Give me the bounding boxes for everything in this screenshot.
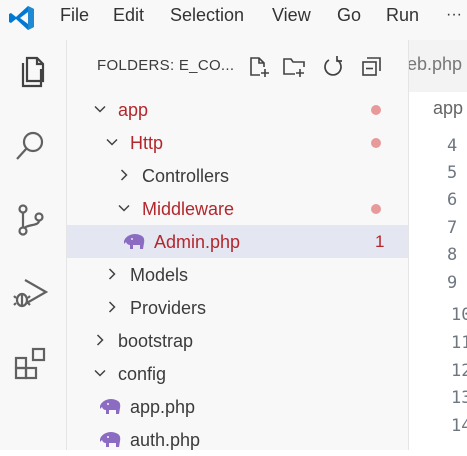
line-number: 11 bbox=[451, 333, 467, 353]
explorer-title: FOLDERS: E_CO... bbox=[97, 57, 235, 74]
breadcrumb[interactable]: app bbox=[433, 98, 463, 119]
tree-label-app-php: app.php bbox=[130, 397, 196, 417]
tree-row-app-php[interactable]: app.php bbox=[67, 390, 408, 423]
chevron-down-icon bbox=[118, 204, 130, 212]
tree-row-controllers[interactable]: Controllers bbox=[67, 159, 408, 192]
line-number: 6 bbox=[447, 190, 458, 210]
problems-count-badge: 1 bbox=[375, 232, 385, 251]
tree-row-admin-php[interactable]: Admin.php 1 bbox=[67, 225, 408, 258]
tree-label-config: config bbox=[118, 364, 167, 384]
modified-dot bbox=[371, 138, 381, 148]
run-debug-icon[interactable] bbox=[13, 274, 49, 310]
source-control-icon[interactable] bbox=[13, 202, 49, 238]
chevron-down-icon bbox=[106, 138, 118, 146]
chevron-down-icon bbox=[94, 369, 106, 377]
explorer-sidebar: FOLDERS: E_CO... app Http Controllers Mi… bbox=[67, 40, 408, 450]
line-number: 7 bbox=[447, 218, 458, 238]
title-bar: File Edit Selection View Go Run ··· bbox=[0, 0, 467, 41]
modified-dot bbox=[371, 204, 381, 214]
tree-label-models: Models bbox=[130, 265, 189, 285]
new-file-icon[interactable] bbox=[247, 55, 271, 79]
tree-row-app[interactable]: app bbox=[67, 93, 408, 126]
tree-row-models[interactable]: Models bbox=[67, 258, 408, 291]
editor-tab-label: eb.php bbox=[408, 54, 463, 74]
menu-run[interactable]: Run bbox=[386, 2, 419, 28]
menu-overflow[interactable]: ··· bbox=[446, 2, 462, 28]
menu-selection[interactable]: Selection bbox=[170, 2, 244, 28]
extensions-icon[interactable] bbox=[13, 346, 49, 382]
line-number: 10 bbox=[451, 305, 467, 325]
search-icon[interactable] bbox=[13, 128, 49, 164]
collapse-all-icon[interactable] bbox=[360, 55, 384, 79]
chevron-down-icon bbox=[94, 105, 106, 113]
line-number: 5 bbox=[447, 163, 458, 183]
editor-area: eb.php app 4 5 6 7 8 9 10 11 12 13 14 bbox=[408, 40, 467, 450]
chevron-right-icon bbox=[108, 301, 116, 313]
tree-row-http[interactable]: Http bbox=[67, 126, 408, 159]
tree-row-providers[interactable]: Providers bbox=[67, 291, 408, 324]
tree-row-config[interactable]: config bbox=[67, 357, 408, 390]
tree-row-auth-php[interactable]: auth.php bbox=[67, 423, 408, 456]
menu-file[interactable]: File bbox=[60, 2, 89, 28]
menu-view[interactable]: View bbox=[272, 2, 311, 28]
tree-label-admin-php: Admin.php bbox=[154, 232, 241, 252]
chevron-right-icon bbox=[96, 334, 104, 346]
tree-row-bootstrap[interactable]: bootstrap bbox=[67, 324, 408, 357]
line-number: 8 bbox=[447, 245, 458, 265]
modified-dot bbox=[371, 105, 381, 115]
tree-label-http: Http bbox=[130, 133, 164, 153]
line-number: 13 bbox=[451, 388, 467, 408]
menu-go[interactable]: Go bbox=[337, 2, 361, 28]
line-number: 9 bbox=[447, 273, 458, 293]
php-elephant-icon bbox=[124, 234, 145, 249]
tree-label-auth-php: auth.php bbox=[130, 430, 201, 450]
line-number: 14 bbox=[451, 416, 467, 436]
explorer-header: FOLDERS: E_CO... bbox=[67, 40, 408, 92]
refresh-icon[interactable] bbox=[321, 55, 345, 79]
php-elephant-icon bbox=[100, 399, 121, 414]
php-elephant-icon bbox=[100, 432, 121, 447]
vscode-logo-icon[interactable] bbox=[8, 4, 36, 32]
tree-label-bootstrap: bootstrap bbox=[118, 331, 194, 351]
line-number: 4 bbox=[447, 136, 458, 156]
tree-label-middleware: Middleware bbox=[142, 199, 235, 219]
explorer-icon[interactable] bbox=[13, 54, 49, 90]
line-number: 12 bbox=[451, 361, 467, 381]
activity-bar bbox=[0, 40, 67, 450]
chevron-right-icon bbox=[120, 169, 128, 181]
editor-tab-inactive[interactable]: eb.php bbox=[409, 40, 467, 92]
tree-label-controllers: Controllers bbox=[142, 166, 230, 186]
tree-label-providers: Providers bbox=[130, 298, 207, 318]
chevron-right-icon bbox=[108, 268, 116, 280]
tree-label-app: app bbox=[118, 100, 149, 120]
menu-edit[interactable]: Edit bbox=[113, 2, 144, 28]
tree-row-middleware[interactable]: Middleware bbox=[67, 192, 408, 225]
new-folder-icon[interactable] bbox=[282, 55, 306, 79]
